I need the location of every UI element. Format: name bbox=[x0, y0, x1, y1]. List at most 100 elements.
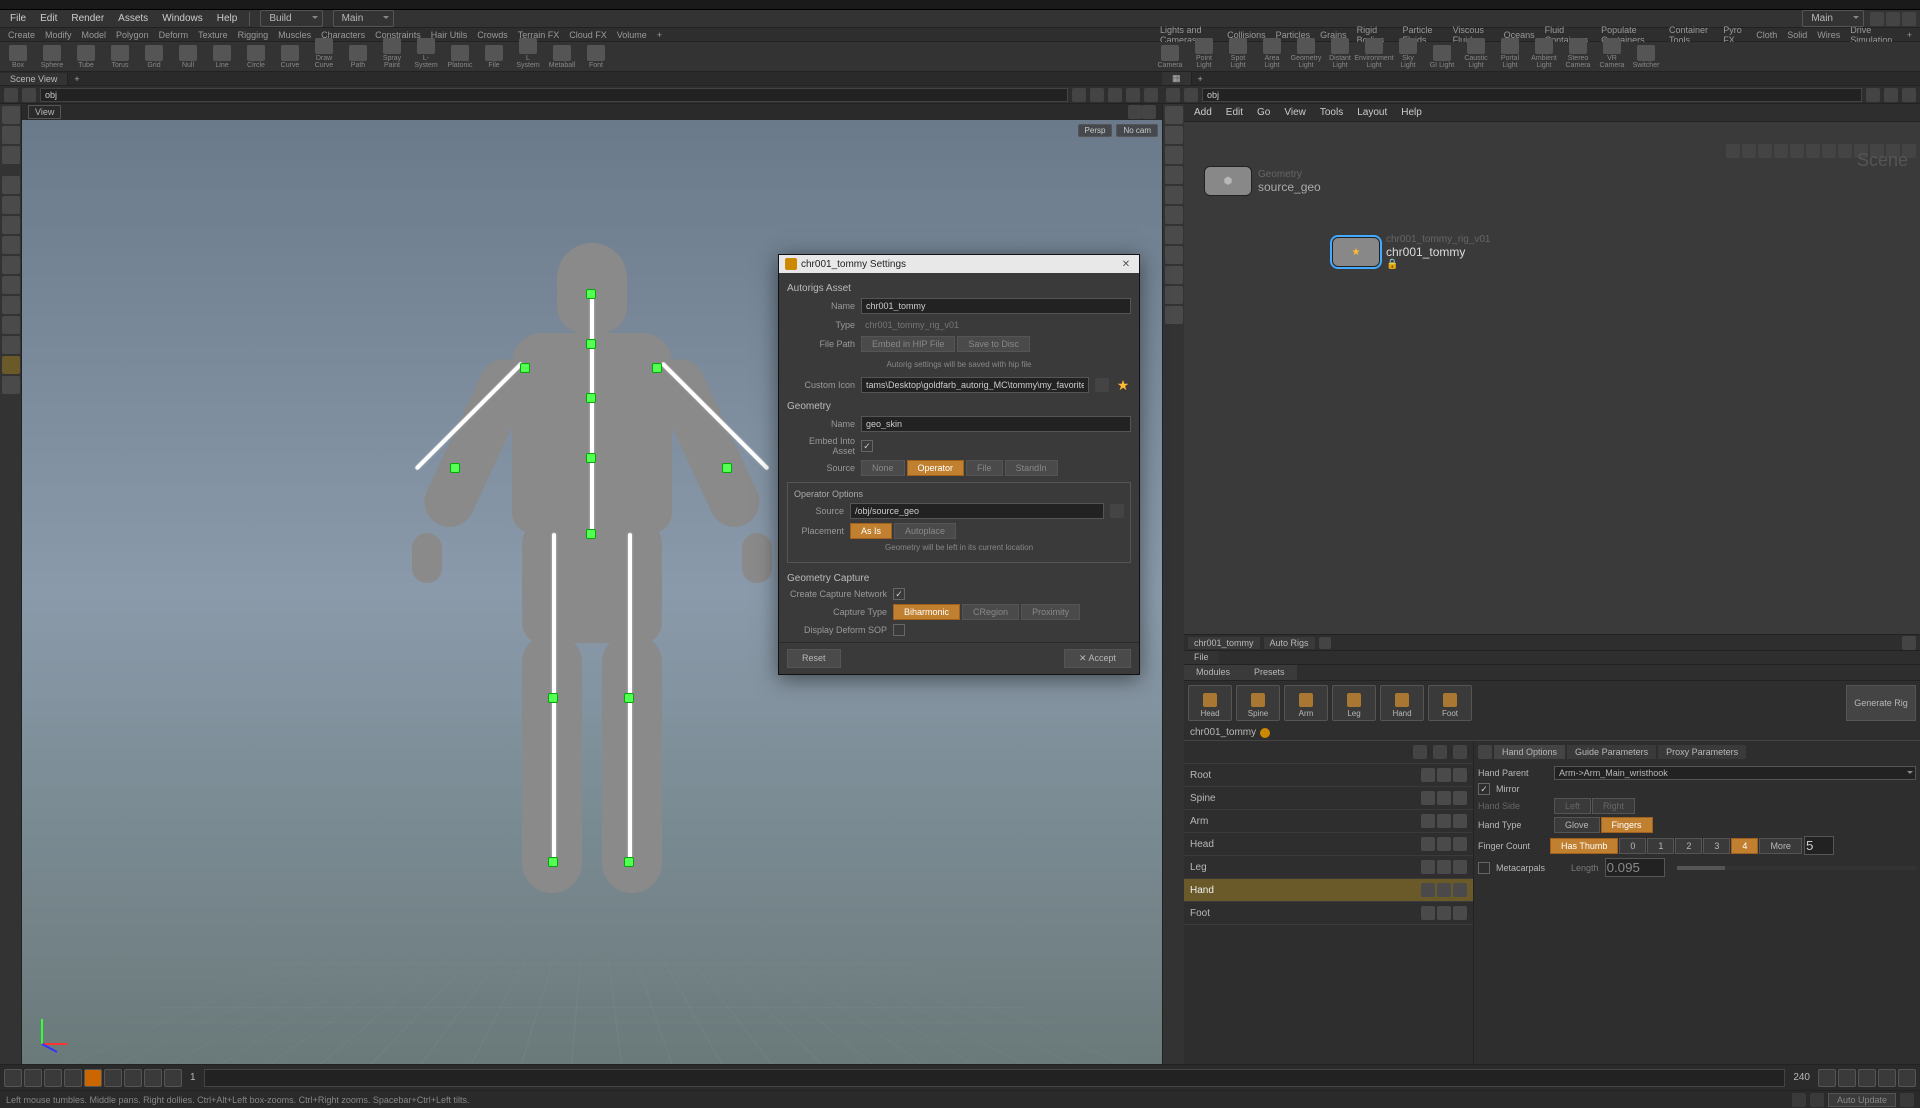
row-vis-icon[interactable] bbox=[1421, 860, 1435, 874]
tool-l-system[interactable]: L-System bbox=[412, 38, 440, 69]
tool-vr-camera[interactable]: VR Camera bbox=[1598, 38, 1626, 69]
tool-sphere[interactable]: Sphere bbox=[38, 45, 66, 69]
netmenu-layout[interactable]: Layout bbox=[1351, 105, 1393, 120]
finger-2-button[interactable]: 2 bbox=[1675, 838, 1702, 854]
shelf-solid[interactable]: Solid bbox=[1783, 29, 1811, 41]
vrt-j-icon[interactable] bbox=[1165, 286, 1183, 304]
ar-row-leg[interactable]: Leg bbox=[1184, 856, 1473, 879]
tool-a-icon[interactable] bbox=[2, 176, 20, 194]
module-head[interactable]: Head bbox=[1188, 685, 1232, 721]
node-source-geo[interactable]: ⬢ Geometrysource_geo bbox=[1204, 166, 1321, 196]
tool-curve[interactable]: Curve bbox=[276, 45, 304, 69]
tool-draw-curve[interactable]: Draw Curve bbox=[310, 38, 338, 69]
path-pin-icon[interactable] bbox=[1072, 88, 1086, 102]
network-view[interactable]: Scene ⬢ Geometrysource_geo ★ chr001_tomm… bbox=[1184, 122, 1920, 634]
next-key-icon[interactable] bbox=[144, 1069, 162, 1087]
shelf-crowds[interactable]: Crowds bbox=[473, 29, 512, 41]
dds-checkbox[interactable] bbox=[893, 624, 905, 636]
tool-caustic-light[interactable]: Caustic Light bbox=[1462, 38, 1490, 69]
first-frame-icon[interactable] bbox=[4, 1069, 22, 1087]
vrt-f-icon[interactable] bbox=[1165, 206, 1183, 224]
build-dropdown[interactable]: Build bbox=[260, 10, 322, 27]
row-lock-icon[interactable] bbox=[1437, 791, 1451, 805]
row-vis-icon[interactable] bbox=[1421, 791, 1435, 805]
tool-font[interactable]: Font bbox=[582, 45, 610, 69]
geo-name-input[interactable] bbox=[861, 416, 1131, 432]
menu-file[interactable]: File bbox=[4, 11, 32, 26]
row-vis-icon[interactable] bbox=[1421, 906, 1435, 920]
shelf-volume[interactable]: Volume bbox=[613, 29, 651, 41]
netmenu-add[interactable]: Add bbox=[1188, 105, 1218, 120]
shelf--[interactable]: + bbox=[1903, 29, 1916, 41]
sb-i3-icon[interactable] bbox=[1900, 1093, 1914, 1107]
tool-g-icon[interactable] bbox=[2, 296, 20, 314]
module-hand[interactable]: Hand bbox=[1380, 685, 1424, 721]
path-input[interactable] bbox=[40, 88, 1068, 102]
row-lock-icon[interactable] bbox=[1437, 814, 1451, 828]
stop-icon[interactable] bbox=[84, 1069, 102, 1087]
hand-parent-dropdown[interactable]: Arm->Arm_Main_wristhook bbox=[1554, 766, 1916, 780]
dialog-close-icon[interactable]: ✕ bbox=[1119, 257, 1133, 271]
shelf-rigging[interactable]: Rigging bbox=[234, 29, 273, 41]
tool-spray-paint[interactable]: Spray Paint bbox=[378, 38, 406, 69]
tool-d-icon[interactable] bbox=[2, 236, 20, 254]
netmenu-help[interactable]: Help bbox=[1395, 105, 1428, 120]
mirror-checkbox[interactable] bbox=[1478, 783, 1490, 795]
netmenu-view[interactable]: View bbox=[1278, 105, 1312, 120]
path2-pin-icon[interactable] bbox=[1866, 88, 1880, 102]
nav2-back-icon[interactable] bbox=[1166, 88, 1180, 102]
accept-button[interactable]: ✕ Accept bbox=[1064, 649, 1131, 668]
add-tab-icon[interactable]: + bbox=[68, 73, 85, 85]
row-link-icon[interactable] bbox=[1453, 883, 1467, 897]
save-disc-button[interactable]: Save to Disc bbox=[957, 336, 1030, 352]
play-fwd-icon[interactable] bbox=[104, 1069, 122, 1087]
cregion-button[interactable]: CRegion bbox=[962, 604, 1019, 620]
row-vis-icon[interactable] bbox=[1421, 883, 1435, 897]
tl-opt5-icon[interactable] bbox=[1898, 1069, 1916, 1087]
view-cam-icon[interactable] bbox=[1128, 105, 1142, 119]
net-i5-icon[interactable] bbox=[1790, 144, 1804, 158]
proximity-button[interactable]: Proximity bbox=[1021, 604, 1080, 620]
row-vis-icon[interactable] bbox=[1421, 814, 1435, 828]
tool-portal-light[interactable]: Portal Light bbox=[1496, 38, 1524, 69]
menu-render[interactable]: Render bbox=[65, 11, 110, 26]
tool-file[interactable]: File bbox=[480, 45, 508, 69]
path-split-icon[interactable] bbox=[1144, 88, 1158, 102]
row-vis-icon[interactable] bbox=[1421, 837, 1435, 851]
op-source-pick-icon[interactable] bbox=[1110, 504, 1124, 518]
vrt-a-icon[interactable] bbox=[1165, 106, 1183, 124]
source-none-button[interactable]: None bbox=[861, 460, 905, 476]
tab-guide-params[interactable]: Guide Parameters bbox=[1567, 745, 1656, 759]
op-source-input[interactable] bbox=[850, 503, 1104, 519]
path2-split-icon[interactable] bbox=[1902, 88, 1916, 102]
tool-h-icon[interactable] bbox=[2, 316, 20, 334]
tool-path[interactable]: Path bbox=[344, 45, 372, 69]
ar-crumb1[interactable]: chr001_tommy bbox=[1188, 637, 1260, 649]
module-arm[interactable]: Arm bbox=[1284, 685, 1328, 721]
window-close-icon[interactable] bbox=[1902, 12, 1916, 26]
autoplace-button[interactable]: Autoplace bbox=[894, 523, 956, 539]
view-label[interactable]: View bbox=[28, 105, 61, 119]
move-icon[interactable] bbox=[2, 126, 20, 144]
tl-opt4-icon[interactable] bbox=[1878, 1069, 1896, 1087]
menu-assets[interactable]: Assets bbox=[112, 11, 154, 26]
tool-switcher[interactable]: Switcher bbox=[1632, 45, 1660, 69]
ar-presets-tab[interactable]: Presets bbox=[1242, 665, 1297, 680]
source-standin-button[interactable]: StandIn bbox=[1005, 460, 1058, 476]
path-max-icon[interactable] bbox=[1126, 88, 1140, 102]
shelf-model[interactable]: Model bbox=[78, 29, 111, 41]
net-i1-icon[interactable] bbox=[1726, 144, 1740, 158]
length-slider[interactable] bbox=[1677, 866, 1916, 870]
menu-windows[interactable]: Windows bbox=[156, 11, 209, 26]
tab-scene-view[interactable]: Scene View bbox=[0, 73, 68, 85]
vrt-d-icon[interactable] bbox=[1165, 166, 1183, 184]
ar-row-hand[interactable]: Hand bbox=[1184, 879, 1473, 902]
vrt-g-icon[interactable] bbox=[1165, 226, 1183, 244]
ar-opt-icon[interactable] bbox=[1902, 636, 1916, 650]
tool-tube[interactable]: Tube bbox=[72, 45, 100, 69]
finger-more-button[interactable]: More bbox=[1759, 838, 1802, 854]
length-input[interactable] bbox=[1605, 858, 1665, 877]
tool-stereo-camera[interactable]: Stereo Camera bbox=[1564, 38, 1592, 69]
nav-fwd-icon[interactable] bbox=[22, 88, 36, 102]
auto-update-button[interactable]: Auto Update bbox=[1828, 1093, 1896, 1107]
